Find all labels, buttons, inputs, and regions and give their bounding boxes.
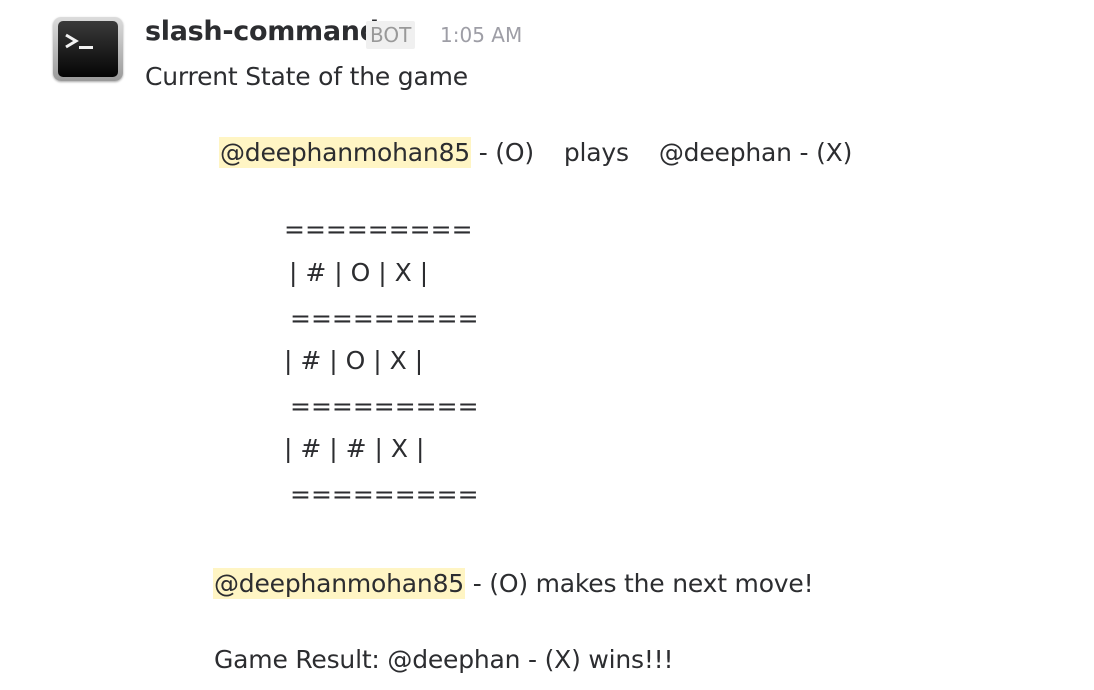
- board-divider: =========: [284, 215, 473, 244]
- user-mention[interactable]: @deephanmohan85: [219, 137, 471, 168]
- user-mention[interactable]: @deephanmohan85: [213, 568, 465, 599]
- board-divider: =========: [290, 304, 479, 333]
- avatar[interactable]: [53, 17, 123, 81]
- terminal-icon: [58, 21, 118, 77]
- plays-text: plays: [563, 138, 629, 167]
- bot-badge: BOT: [366, 21, 416, 49]
- board-row: | # | O | X |: [289, 258, 429, 287]
- board-row: | # | # | X |: [284, 434, 425, 463]
- board-divider: =========: [290, 480, 479, 509]
- next-move-text: - (O) makes the next move!: [464, 569, 814, 598]
- sender-name[interactable]: slash-command: [145, 16, 379, 47]
- players-line: @deephanmohan85 - (O) plays @deephan - (X): [219, 137, 853, 168]
- game-result: Game Result: @deephan - (X) wins!!!: [214, 645, 674, 674]
- message-timestamp[interactable]: 1:05 AM: [440, 23, 522, 47]
- player-o-marker: - (O): [470, 138, 534, 167]
- player-x-text: @deephan - (X): [658, 138, 853, 167]
- board-row: | # | O | X |: [284, 346, 424, 375]
- next-move-line: @deephanmohan85 - (O) makes the next mov…: [213, 568, 814, 599]
- message-intro: Current State of the game: [145, 62, 468, 91]
- board-divider: =========: [290, 392, 479, 421]
